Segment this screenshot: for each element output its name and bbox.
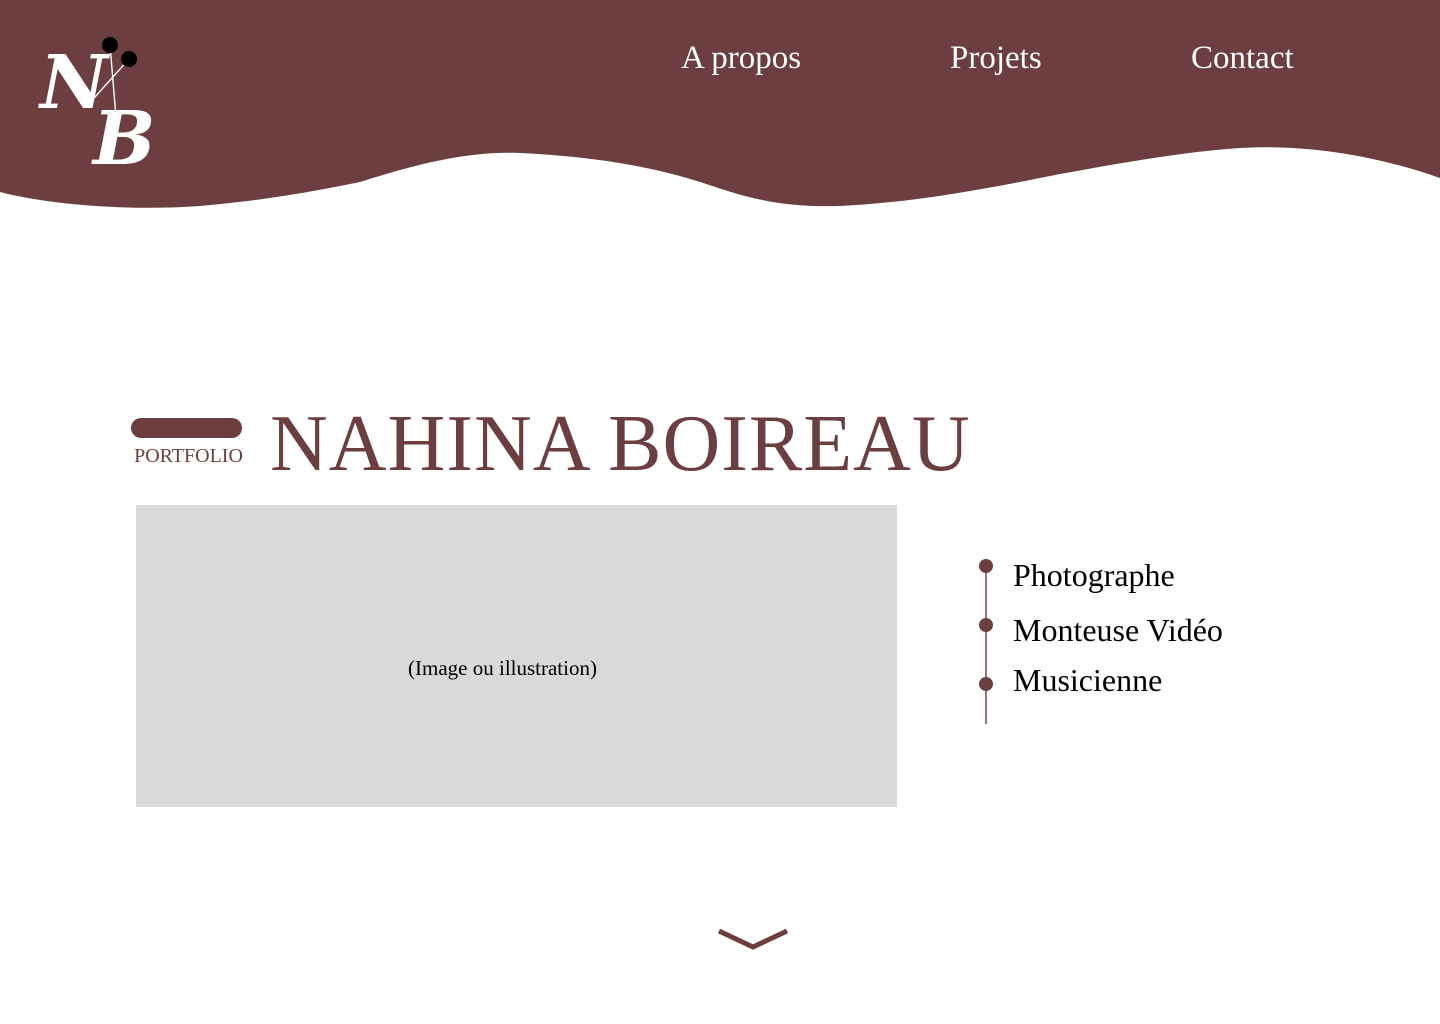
roles-timeline: Photographe Monteuse Vidéo Musicienne	[970, 548, 1330, 728]
header-banner	[0, 0, 1440, 208]
image-caption: (Image ou illustration)	[408, 656, 597, 680]
main-nav: A propos Projets Contact	[0, 36, 1440, 86]
svg-text:B: B	[91, 96, 153, 172]
timeline-dot	[979, 677, 993, 691]
timeline-dot	[979, 559, 993, 573]
chevron-down-icon[interactable]	[717, 925, 789, 953]
portfolio-label: PORTFOLIO	[134, 445, 243, 467]
role-label: Photographe	[1013, 557, 1175, 593]
timeline-line	[985, 566, 987, 724]
portfolio-pill-decoration	[131, 418, 242, 438]
portfolio-home-page: N B A propos Projets Contact PORTFOLIO N…	[0, 0, 1440, 1024]
role-label: Musicienne	[1013, 662, 1163, 698]
role-label: Monteuse Vidéo	[1013, 612, 1223, 648]
timeline-dot	[979, 618, 993, 632]
page-title: NAHINA BOIREAU	[270, 400, 971, 488]
nav-link-projects[interactable]: Projets	[950, 36, 1042, 80]
nav-link-about[interactable]: A propos	[681, 36, 801, 80]
nav-link-contact[interactable]: Contact	[1191, 36, 1294, 80]
hero-image-placeholder: (Image ou illustration)	[136, 505, 897, 807]
